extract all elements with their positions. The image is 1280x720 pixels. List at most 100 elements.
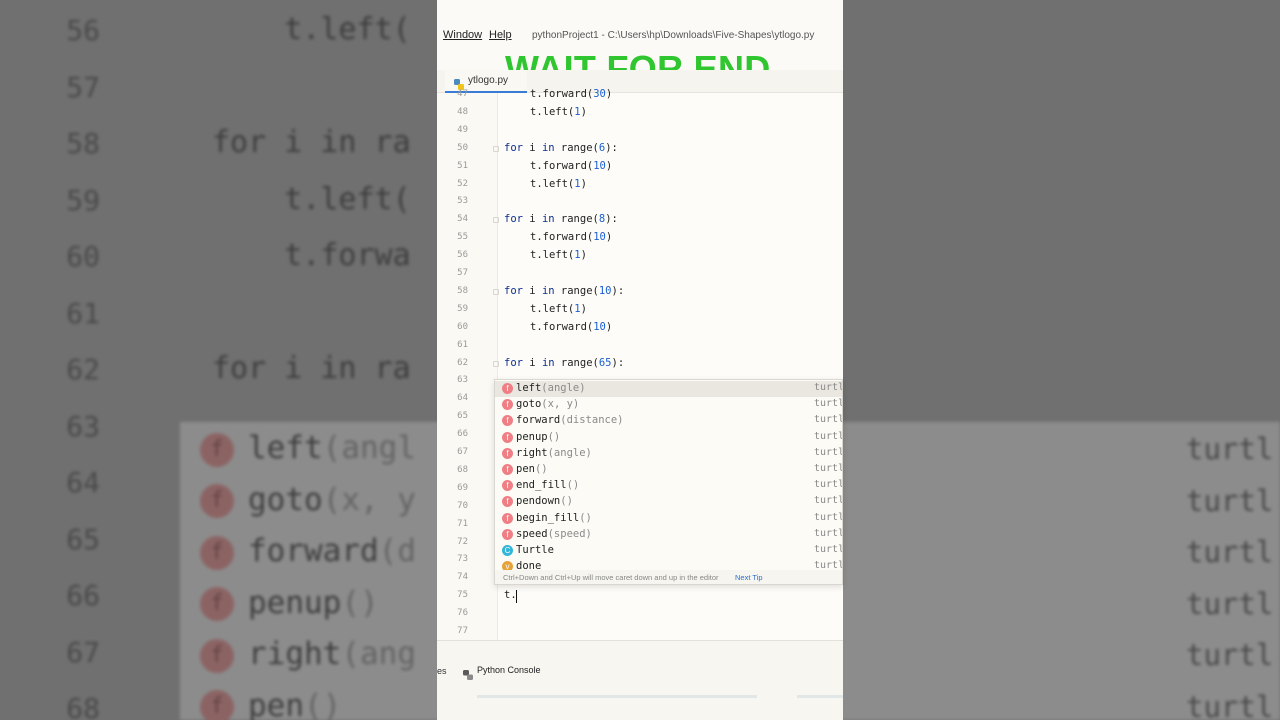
line-number: 74 bbox=[457, 572, 468, 583]
completion-identifier: pendown bbox=[516, 495, 561, 508]
completion-identifier: end_fill bbox=[516, 479, 567, 492]
completion-item-turtle[interactable]: C Turtle turtl bbox=[495, 543, 842, 559]
next-tip-link[interactable]: Next Tip bbox=[735, 573, 763, 582]
completion-item-speed[interactable]: f speed(speed) turtl bbox=[495, 527, 842, 543]
code-call: t.left( bbox=[530, 249, 575, 262]
background-completion-source: turtl bbox=[1186, 535, 1274, 569]
completion-identifier: forward bbox=[516, 414, 561, 427]
line-number: 65 bbox=[457, 411, 468, 422]
completion-item-left[interactable]: f left(angle) turtl bbox=[495, 381, 842, 397]
code-call: t.left( bbox=[530, 302, 575, 315]
completion-source: turtl bbox=[814, 511, 843, 523]
completion-item-forward[interactable]: f forward(distance) turtl bbox=[495, 413, 843, 429]
loop-variable: i bbox=[522, 141, 542, 154]
keyword-in: in bbox=[541, 356, 555, 369]
completion-source: turtl bbox=[814, 430, 843, 442]
background-completion-name: forward bbox=[248, 533, 379, 569]
completion-identifier: done bbox=[516, 560, 542, 570]
line-number: 54 bbox=[457, 214, 468, 225]
completion-name: pen() bbox=[516, 463, 548, 475]
background-function-icon: f bbox=[200, 690, 234, 720]
code-line: t. bbox=[504, 589, 517, 602]
completion-item-pen[interactable]: f pen() turtl bbox=[495, 462, 842, 478]
line-number: 59 bbox=[457, 303, 468, 314]
horizontal-scrollbar-thumb[interactable] bbox=[797, 695, 843, 698]
code-line: t.forward(30) bbox=[530, 88, 612, 100]
background-line-number: 63 bbox=[66, 409, 100, 443]
completion-item-done[interactable]: v done turtl bbox=[495, 559, 842, 570]
fold-marker-icon[interactable] bbox=[493, 360, 499, 367]
background-completion-item: f left(angl bbox=[200, 430, 416, 476]
line-number: 48 bbox=[457, 106, 468, 117]
line-number: 57 bbox=[457, 268, 468, 278]
background-line-number: 66 bbox=[66, 579, 100, 612]
completion-item-penup[interactable]: f penup() turtl bbox=[495, 430, 843, 446]
background-line-number: 57 bbox=[66, 70, 100, 104]
range-suffix: ): bbox=[611, 284, 625, 297]
background-completion-source: turtl bbox=[1186, 638, 1274, 672]
completion-source: turtl bbox=[814, 446, 843, 458]
line-number: 58 bbox=[457, 285, 468, 296]
line-number: 67 bbox=[457, 447, 468, 457]
menu-window[interactable]: Window bbox=[443, 29, 482, 41]
function-icon: f bbox=[502, 464, 513, 475]
for-loop-line: for i in range(10): bbox=[504, 285, 624, 297]
python-file-icon bbox=[454, 75, 464, 90]
function-icon: f bbox=[502, 399, 513, 411]
code-call: t.forward( bbox=[530, 159, 594, 172]
code-number: 10 bbox=[593, 159, 606, 172]
completion-item-pendown[interactable]: f pendown() turtl bbox=[495, 494, 842, 510]
background-line-number: 62 bbox=[66, 353, 100, 386]
completion-item-goto[interactable]: f goto(x, y) turtl bbox=[495, 397, 843, 413]
range-call: range( bbox=[554, 356, 599, 369]
background-line-number: 56 bbox=[66, 14, 100, 47]
background-completion-name: penup bbox=[248, 584, 342, 621]
background-line-number: 68 bbox=[66, 692, 100, 720]
completion-item-end_fill[interactable]: f end_fill() turtl bbox=[495, 478, 842, 494]
tab-label: ytlogo.py bbox=[468, 75, 509, 86]
completion-source: turtl bbox=[814, 398, 843, 410]
truncated-tool-label[interactable]: es bbox=[437, 666, 447, 676]
keyword-in: in bbox=[541, 213, 555, 226]
background-function-icon: f bbox=[200, 484, 234, 518]
code-number: 10 bbox=[593, 231, 606, 244]
variable-icon: v bbox=[502, 561, 513, 570]
line-number: 68 bbox=[457, 464, 468, 475]
ide-window: Window Help pythonProject1 - C:\Users\hp… bbox=[437, 0, 843, 720]
keyword-for: for bbox=[504, 284, 523, 297]
fold-marker-icon[interactable] bbox=[493, 288, 499, 295]
window-title-path: pythonProject1 - C:\Users\hp\Downloads\F… bbox=[532, 30, 815, 41]
completion-params: (distance) bbox=[560, 414, 624, 427]
background-completion-item: f pen() bbox=[200, 688, 341, 720]
completion-item-begin_fill[interactable]: f begin_fill() turtl bbox=[495, 511, 843, 527]
fold-marker-icon[interactable] bbox=[493, 145, 499, 152]
fold-marker-icon[interactable] bbox=[493, 217, 499, 224]
code-line: t.forward(10) bbox=[530, 231, 612, 243]
bottom-tool-strip: es Python Console bbox=[437, 640, 843, 720]
background-code-line: t.forwa bbox=[212, 238, 411, 273]
completion-name: done bbox=[516, 560, 541, 570]
for-loop-line: for i in range(65): bbox=[504, 357, 624, 369]
horizontal-scrollbar[interactable] bbox=[477, 695, 757, 698]
background-completion-params: (d bbox=[378, 533, 416, 569]
function-icon: f bbox=[502, 383, 513, 394]
completion-source: turtl bbox=[814, 414, 843, 426]
completion-item-right[interactable]: f right(angle) turtl bbox=[495, 446, 843, 462]
menu-help[interactable]: Help bbox=[489, 29, 512, 41]
line-number: 51 bbox=[457, 160, 468, 171]
completion-params: (angle) bbox=[547, 446, 592, 459]
background-completion-item: f forward(d bbox=[200, 533, 416, 579]
python-console-icon bbox=[463, 665, 473, 680]
line-number: 75 bbox=[457, 590, 468, 601]
code-close: ) bbox=[605, 88, 613, 100]
background-function-icon: f bbox=[200, 432, 234, 467]
completion-params: () bbox=[566, 479, 580, 492]
range-suffix: ): bbox=[605, 213, 618, 226]
completion-identifier: penup bbox=[516, 430, 548, 443]
completion-name: goto(x, y) bbox=[516, 398, 579, 410]
for-loop-line: for i in range(8): bbox=[504, 213, 618, 225]
code-close: ) bbox=[605, 320, 613, 333]
background-completion-name: right bbox=[248, 636, 342, 672]
range-number: 10 bbox=[598, 284, 612, 297]
completion-identifier: begin_fill bbox=[516, 511, 580, 524]
